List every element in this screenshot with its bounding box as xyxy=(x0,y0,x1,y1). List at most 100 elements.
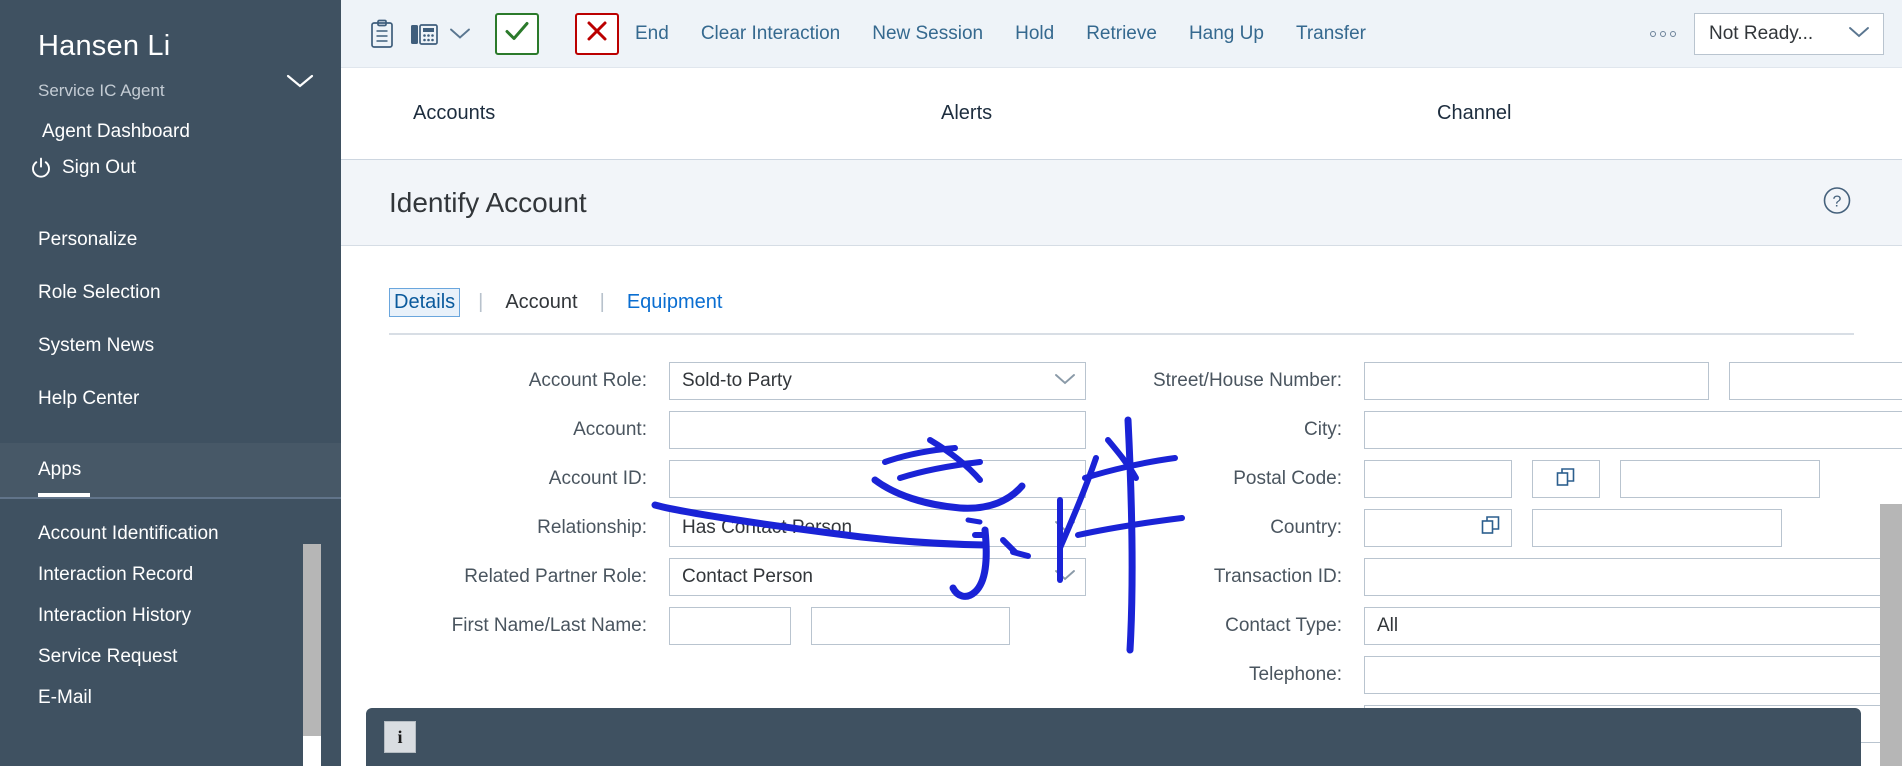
sidebar-apps-header[interactable]: Apps xyxy=(0,443,341,498)
house-number-input[interactable] xyxy=(1729,362,1902,400)
bottom-status-bar: i xyxy=(366,708,1861,766)
account-label: Account: xyxy=(573,419,647,440)
phone-dropdown-chevron-down-icon[interactable] xyxy=(447,21,473,47)
page-content: Details | Account | Equipment Account Ro… xyxy=(341,246,1902,766)
chevron-down-icon xyxy=(1053,566,1077,588)
sidebar-item-label: Help Center xyxy=(38,387,140,409)
transaction-id-input[interactable] xyxy=(1364,558,1902,596)
accept-call-button[interactable] xyxy=(495,12,539,55)
first-name-input[interactable] xyxy=(669,607,791,645)
postal-code-value-help-button[interactable] xyxy=(1532,460,1600,498)
contact-type-select[interactable]: All xyxy=(1364,607,1902,645)
communication-toolbar: End Clear Interaction New Session Hold R… xyxy=(341,0,1902,68)
hold-button[interactable]: Hold xyxy=(999,23,1070,45)
ellipsis-icon[interactable] xyxy=(1650,30,1676,37)
sidebar-apps-list: Account Identification Interaction Recor… xyxy=(0,499,341,718)
sidebar-item-label: Interaction History xyxy=(38,604,192,626)
new-session-button[interactable]: New Session xyxy=(856,23,999,45)
sidebar-item-personalize[interactable]: Personalize xyxy=(0,213,341,266)
field-account-id: Account ID: xyxy=(389,455,1086,503)
sidebar-item-label: Interaction Record xyxy=(38,563,194,585)
contact-type-value: All xyxy=(1377,615,1399,636)
sidebar-item-interaction-record[interactable]: Interaction Record xyxy=(0,554,341,595)
sidebar-scrollbar-thumb[interactable] xyxy=(303,544,321,736)
content-scrollbar-thumb[interactable] xyxy=(1880,504,1902,766)
sidebar-user-row: Hansen Li xyxy=(0,30,341,63)
field-first-last-name: First Name/Last Name: xyxy=(389,602,1086,650)
contact-type-label: Contact Type: xyxy=(1225,615,1342,636)
field-transaction-id: Transaction ID: xyxy=(1104,553,1902,601)
chevron-down-icon xyxy=(1053,517,1077,539)
field-relationship: Relationship: Has Contact Person xyxy=(389,504,1086,552)
sidebar-item-account-identification[interactable]: Account Identification xyxy=(0,513,341,554)
sidebar-item-system-news[interactable]: System News xyxy=(0,319,341,372)
street-input[interactable] xyxy=(1364,362,1709,400)
sidebar-user-section: Hansen Li Service IC Agent Agent Dashboa… xyxy=(0,0,341,179)
svg-text:?: ? xyxy=(1833,193,1842,210)
workcenter-tab-channel[interactable]: Channel xyxy=(1437,102,1512,125)
form-right-column: Street/House Number: City: Postal Code: xyxy=(1086,357,1902,749)
postal-code-extra-input[interactable] xyxy=(1620,460,1820,498)
relationship-value: Has Contact Person xyxy=(682,517,853,538)
street-house-number-label: Street/House Number: xyxy=(1152,370,1342,391)
transfer-button[interactable]: Transfer xyxy=(1280,23,1382,45)
end-button[interactable]: End xyxy=(619,23,685,45)
account-role-select[interactable]: Sold-to Party xyxy=(669,362,1086,400)
value-help-icon xyxy=(1554,465,1578,494)
field-country: Country: xyxy=(1104,504,1902,552)
hang-up-button[interactable]: Hang Up xyxy=(1173,23,1280,45)
retrieve-button[interactable]: Retrieve xyxy=(1070,23,1173,45)
related-partner-role-select[interactable]: Contact Person xyxy=(669,558,1086,596)
country-input[interactable] xyxy=(1364,509,1512,547)
account-role-value: Sold-to Party xyxy=(682,370,792,391)
tab-equipment[interactable]: Equipment xyxy=(623,289,727,316)
info-glyph: i xyxy=(397,726,403,747)
sidebar-item-e-mail[interactable]: E-Mail xyxy=(0,677,341,718)
related-partner-role-value: Contact Person xyxy=(682,566,813,587)
telephone-input[interactable] xyxy=(1364,656,1902,694)
sidebar-item-role-selection[interactable]: Role Selection xyxy=(0,266,341,319)
postal-code-input[interactable] xyxy=(1364,460,1512,498)
first-last-name-label: First Name/Last Name: xyxy=(451,615,647,636)
agent-status-dropdown[interactable]: Not Ready... xyxy=(1694,12,1884,55)
field-street-house-number: Street/House Number: xyxy=(1104,357,1902,405)
info-icon[interactable]: i xyxy=(384,721,416,753)
sign-out-label: Sign Out xyxy=(62,157,136,179)
identify-account-form: Account Role: Sold-to Party Account: Acc… xyxy=(341,335,1902,749)
workcenter-tab-alerts[interactable]: Alerts xyxy=(941,102,992,125)
reject-call-button[interactable] xyxy=(575,12,619,55)
sidebar-item-sign-out[interactable]: Sign Out xyxy=(0,143,341,179)
clipboard-icon[interactable] xyxy=(361,13,403,55)
sidebar-item-interaction-history[interactable]: Interaction History xyxy=(0,595,341,636)
clear-interaction-button[interactable]: Clear Interaction xyxy=(685,23,856,45)
value-help-icon[interactable] xyxy=(1479,513,1503,543)
city-input[interactable] xyxy=(1364,411,1902,449)
workcenter-tab-accounts[interactable]: Accounts xyxy=(413,102,495,125)
sidebar-item-label: Account Identification xyxy=(38,522,219,544)
relationship-select[interactable]: Has Contact Person xyxy=(669,509,1086,547)
chevron-down-icon[interactable] xyxy=(285,72,315,90)
sidebar-item-service-request[interactable]: Service Request xyxy=(0,636,341,677)
sidebar-item-help-center[interactable]: Help Center xyxy=(0,372,341,425)
chevron-down-icon xyxy=(1053,370,1077,392)
sidebar-links: Personalize Role Selection System News H… xyxy=(0,179,341,425)
main-area: End Clear Interaction New Session Hold R… xyxy=(341,0,1902,766)
sidebar-item-agent-dashboard[interactable]: Agent Dashboard xyxy=(0,101,341,143)
field-telephone: Telephone: xyxy=(1104,651,1902,699)
workcenter-tab-strip: Accounts Alerts Channel xyxy=(341,68,1902,160)
last-name-input[interactable] xyxy=(811,607,1010,645)
help-question-icon[interactable]: ? xyxy=(1822,185,1852,220)
apps-header-label: Apps xyxy=(38,459,82,481)
tab-details[interactable]: Details xyxy=(389,288,461,317)
account-input[interactable] xyxy=(669,411,1086,449)
tab-account[interactable]: Account xyxy=(501,289,581,316)
left-sidebar: Hansen Li Service IC Agent Agent Dashboa… xyxy=(0,0,341,766)
form-left-column: Account Role: Sold-to Party Account: Acc… xyxy=(341,357,1086,749)
field-city: City: xyxy=(1104,406,1902,454)
chevron-down-icon xyxy=(1847,23,1871,45)
field-postal-code: Postal Code: xyxy=(1104,455,1902,503)
relationship-label: Relationship: xyxy=(537,517,647,538)
desk-phone-icon[interactable] xyxy=(403,13,445,55)
account-id-input[interactable] xyxy=(669,460,1086,498)
country-extra-input[interactable] xyxy=(1532,509,1782,547)
